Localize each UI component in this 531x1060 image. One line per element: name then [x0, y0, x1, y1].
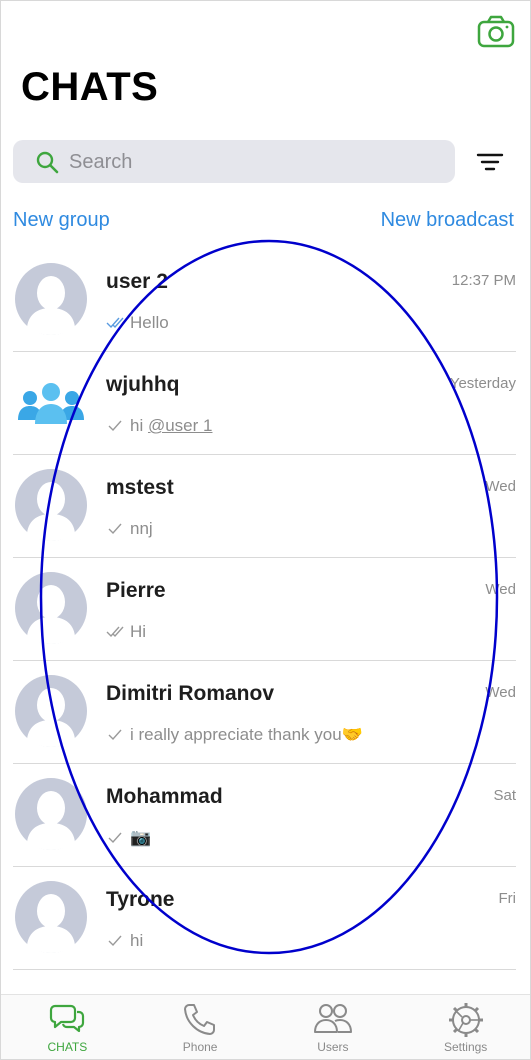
chat-bubbles-icon: [50, 1004, 85, 1033]
person-avatar-icon: [15, 881, 87, 953]
page-title: CHATS: [21, 65, 159, 109]
app-screen: CHATS New group New broadcast user 2 12:…: [0, 0, 531, 1060]
new-group-link[interactable]: New group: [13, 209, 110, 232]
single-check-icon: [108, 420, 122, 432]
chat-name: Dimitri Romanov: [106, 682, 275, 705]
row-divider: [13, 969, 516, 970]
tab-label: Settings: [443, 1040, 488, 1054]
chat-message: i really appreciate thank you🤝: [130, 725, 363, 744]
chat-time: Fri: [498, 890, 517, 907]
person-avatar-icon: [15, 469, 87, 541]
camera-button[interactable]: [476, 15, 516, 49]
chat-preview: 📷: [106, 828, 151, 848]
phone-icon: [184, 1004, 216, 1035]
filter-button[interactable]: [475, 149, 505, 175]
chat-preview: Hello: [106, 313, 169, 333]
chat-time: Sat: [493, 787, 516, 804]
chat-time: Yesterday: [449, 375, 516, 392]
double-check-icon: [106, 317, 124, 329]
chat-time: 12:37 PM: [451, 272, 516, 289]
single-check-icon: [108, 523, 122, 535]
chat-name: Tyrone: [106, 888, 175, 911]
chat-name: Pierre: [106, 579, 166, 602]
chat-row-wjuhhq[interactable]: wjuhhq Yesterday hi @user 1: [1, 352, 530, 455]
chat-message: nnj: [130, 519, 153, 538]
chat-row-mohammad[interactable]: Mohammad Sat 📷: [1, 764, 530, 867]
filter-icon: [476, 153, 504, 171]
settings-gear-icon: [448, 1003, 483, 1037]
new-broadcast-link[interactable]: New broadcast: [381, 209, 514, 232]
bottom-tab-bar: CHATS Phone Users Settings: [1, 994, 530, 1059]
chat-name: user 2: [106, 270, 168, 293]
single-check-icon: [108, 832, 122, 844]
chat-row-mstest[interactable]: mstest Wed nnj: [1, 455, 530, 558]
person-avatar-icon: [15, 263, 87, 335]
single-check-icon: [108, 935, 122, 947]
users-icon: [313, 1004, 352, 1033]
chat-time: Wed: [485, 581, 516, 598]
chat-preview: hi: [106, 931, 143, 951]
tab-label: CHATS: [47, 1040, 88, 1054]
chat-message: hi: [130, 416, 148, 435]
chat-name: Mohammad: [106, 785, 223, 808]
tab-settings[interactable]: Settings: [399, 995, 530, 1059]
camera-icon: [477, 15, 515, 48]
chat-message: 📷: [130, 828, 152, 847]
search-bar[interactable]: [13, 140, 455, 183]
tab-chats[interactable]: CHATS: [1, 995, 134, 1059]
person-avatar-icon: [15, 572, 87, 644]
person-avatar-icon: [15, 778, 87, 850]
chat-time: Wed: [485, 478, 516, 495]
tab-label: Phone: [182, 1040, 218, 1054]
chat-preview: hi @user 1: [106, 416, 212, 436]
chat-row-dimitri-romanov[interactable]: Dimitri Romanov Wed i really appreciate …: [1, 661, 530, 764]
chat-list: user 2 12:37 PM Hello wjuhhq Yesterday h…: [1, 249, 530, 970]
chat-row-tyrone[interactable]: Tyrone Fri hi: [1, 867, 530, 970]
search-input[interactable]: [67, 146, 441, 178]
chat-time: Wed: [485, 684, 516, 701]
tab-label: Users: [317, 1040, 349, 1054]
chat-row-user-2[interactable]: user 2 12:37 PM Hello: [1, 249, 530, 352]
chat-row-pierre[interactable]: Pierre Wed Hi: [1, 558, 530, 661]
tab-users[interactable]: Users: [267, 995, 400, 1059]
chat-preview: i really appreciate thank you🤝: [106, 725, 363, 745]
chat-preview: nnj: [106, 519, 153, 539]
group-avatar-icon: [18, 383, 84, 424]
chat-preview: Hi: [106, 622, 146, 642]
chat-name: wjuhhq: [106, 373, 180, 396]
chat-message: Hi: [130, 622, 147, 641]
chat-name: mstest: [106, 476, 174, 499]
chat-message: Hello: [130, 313, 169, 332]
mention-link[interactable]: @user 1: [148, 416, 213, 435]
tab-phone[interactable]: Phone: [134, 995, 267, 1059]
single-check-icon: [108, 729, 122, 741]
double-check-icon: [106, 626, 124, 638]
search-icon: [36, 151, 59, 174]
chat-message: hi: [130, 931, 144, 950]
person-avatar-icon: [15, 675, 87, 747]
